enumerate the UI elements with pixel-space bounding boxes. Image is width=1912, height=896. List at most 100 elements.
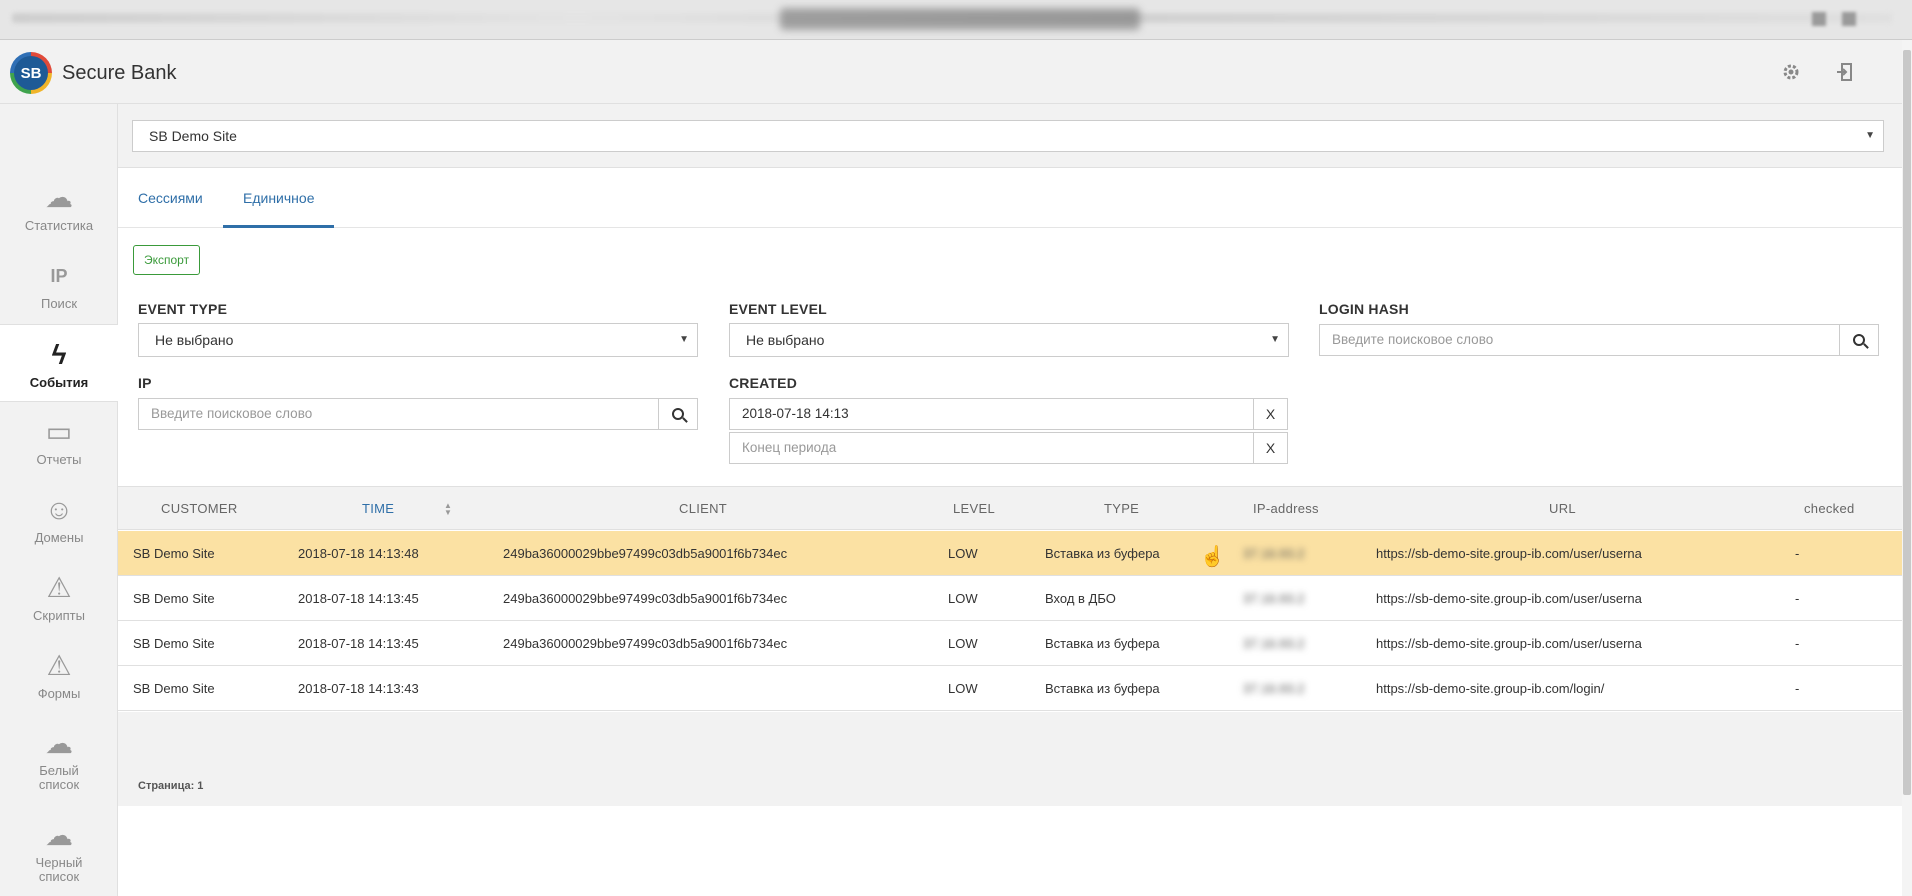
- sidebar-item-events[interactable]: ϟ События: [0, 324, 118, 402]
- cell-level: LOW: [948, 636, 978, 651]
- sidebar-item-domains[interactable]: ☺ Домены: [0, 494, 118, 545]
- cell-client: 249ba36000029bbe97499c03db5a9001f6b734ec: [503, 636, 788, 651]
- created-label: CREATED: [729, 375, 798, 391]
- tab-sessions[interactable]: Сессиями: [118, 168, 223, 228]
- cell-time: 2018-07-18 14:13:45: [298, 636, 419, 651]
- cell-url[interactable]: https://sb-demo-site.group-ib.com/user/u…: [1376, 576, 1642, 621]
- column-customer[interactable]: CUSTOMER: [161, 487, 238, 531]
- column-url[interactable]: URL: [1549, 487, 1576, 531]
- event-type-select[interactable]: Не выбрано ▼: [138, 323, 698, 357]
- sidebar: ☁ Статистика IP Поиск ϟ События ▭ Отчеты…: [0, 104, 118, 896]
- column-level[interactable]: LEVEL: [953, 487, 995, 531]
- column-checked[interactable]: checked: [1804, 487, 1855, 531]
- cell-ip: 37.16.93.2: [1243, 681, 1305, 696]
- table-row[interactable]: SB Demo Site 2018-07-18 14:13:45 249ba36…: [118, 576, 1902, 621]
- cell-customer: SB Demo Site: [133, 546, 215, 561]
- sidebar-item-label: Отчеты: [36, 452, 82, 467]
- logout-icon[interactable]: [1834, 62, 1856, 84]
- pagination-label: Страница: 1: [138, 780, 204, 792]
- sidebar-item-label: Скрипты: [33, 608, 85, 623]
- cell-client: 249ba36000029bbe97499c03db5a9001f6b734ec: [503, 546, 788, 561]
- column-time[interactable]: TIME: [362, 487, 394, 531]
- cell-time: 2018-07-18 14:13:45: [298, 591, 419, 606]
- app-title: Secure Bank: [62, 62, 177, 84]
- cell-ip: 37.16.93.2: [1243, 636, 1305, 651]
- export-button[interactable]: Экспорт: [133, 245, 201, 275]
- table-header: CUSTOMER TIME ▲ ▼ CLIENT LEVEL TYPE IP-ad…: [118, 486, 1902, 530]
- created-start-input[interactable]: 2018-07-18 14:13: [729, 398, 1254, 430]
- main-content: SB Demo Site ▼ Сессиями Единичное Экспор…: [118, 104, 1902, 896]
- sidebar-item-scripts[interactable]: ⚠ Скрипты: [0, 572, 118, 623]
- site-select-value: SB Demo Site: [149, 128, 237, 144]
- browser-toolbar: [0, 0, 1912, 40]
- cell-url[interactable]: https://sb-demo-site.group-ib.com/login/: [1376, 666, 1604, 711]
- cell-checked: -: [1795, 636, 1800, 651]
- cell-customer: SB Demo Site: [133, 591, 215, 606]
- cell-level: LOW: [948, 546, 978, 561]
- sidebar-item-whitelist[interactable]: ☁ Белый список: [0, 728, 118, 792]
- app-header: SB Secure Bank: [0, 40, 1902, 104]
- cell-time: 2018-07-18 14:13:43: [298, 681, 419, 696]
- login-hash-label: LOGIN HASH: [1319, 301, 1409, 317]
- column-ip-address[interactable]: IP-address: [1253, 487, 1319, 531]
- sidebar-item-label: Формы: [37, 686, 81, 701]
- column-type[interactable]: TYPE: [1104, 487, 1139, 531]
- gear-icon[interactable]: [1780, 62, 1802, 84]
- sidebar-item-label: Домены: [34, 530, 84, 545]
- ip-search-icon: IP: [50, 266, 68, 286]
- login-hash-search-button[interactable]: [1839, 324, 1879, 356]
- sidebar-item-search[interactable]: IP Поиск: [0, 260, 118, 311]
- ip-label: IP: [138, 375, 152, 391]
- created-end-clear-button[interactable]: X: [1253, 432, 1288, 464]
- chevron-down-icon: ▼: [679, 334, 689, 345]
- sidebar-item-label: Черный список: [35, 855, 83, 884]
- warning-icon: ⚠: [46, 572, 72, 603]
- sidebar-item-label: События: [29, 375, 89, 390]
- sidebar-item-forms[interactable]: ⚠ Формы: [0, 650, 118, 701]
- browser-icons[interactable]: [1812, 12, 1872, 26]
- cell-type: Вставка из буфера: [1045, 546, 1160, 561]
- event-level-select[interactable]: Не выбрано ▼: [729, 323, 1289, 357]
- login-hash-input[interactable]: Введите поисковое слово: [1319, 324, 1840, 356]
- cell-url[interactable]: https://sb-demo-site.group-ib.com/user/u…: [1376, 621, 1642, 666]
- cell-url[interactable]: https://sb-demo-site.group-ib.com/user/u…: [1376, 531, 1642, 576]
- sidebar-item-blacklist[interactable]: ☁ Черный список: [0, 820, 118, 884]
- column-client[interactable]: CLIENT: [679, 487, 727, 531]
- table-row[interactable]: SB Demo Site 2018-07-18 14:13:45 249ba36…: [118, 621, 1902, 666]
- lightning-icon: ϟ: [51, 339, 67, 370]
- tab-single[interactable]: Единичное: [223, 168, 335, 228]
- ip-input[interactable]: Введите поисковое слово: [138, 398, 659, 430]
- tabs: Сессиями Единичное: [118, 168, 1902, 228]
- sidebar-item-label: Статистика: [24, 218, 94, 233]
- sidebar-item-stats[interactable]: ☁ Статистика: [0, 182, 118, 233]
- mask-icon: ☺: [44, 494, 74, 525]
- sidebar-item-reports[interactable]: ▭ Отчеты: [0, 416, 118, 467]
- chevron-down-icon: ▼: [1270, 334, 1280, 345]
- table-row[interactable]: SB Demo Site 2018-07-18 14:13:43 LOW Вст…: [118, 666, 1902, 711]
- site-select[interactable]: SB Demo Site ▼: [132, 120, 1884, 152]
- scrollbar-thumb[interactable]: [1903, 50, 1911, 795]
- app-window: { "app": {"logo_text": "SB", "title": "S…: [0, 0, 1912, 896]
- browser-title-overlay: [780, 8, 1140, 30]
- cell-checked: -: [1795, 681, 1800, 696]
- sidebar-item-label: Поиск: [40, 296, 78, 311]
- table-row[interactable]: SB Demo Site 2018-07-18 14:13:48 249ba36…: [118, 531, 1902, 576]
- created-start-clear-button[interactable]: X: [1253, 398, 1288, 430]
- event-type-label: EVENT TYPE: [138, 301, 228, 317]
- created-end-input[interactable]: Конец периода: [729, 432, 1254, 464]
- cell-client: 249ba36000029bbe97499c03db5a9001f6b734ec: [503, 591, 788, 606]
- sidebar-item-label: Белый список: [38, 763, 80, 792]
- search-icon: [672, 408, 684, 420]
- cell-type: Вставка из буфера: [1045, 636, 1160, 651]
- cell-ip: 37.16.93.2: [1243, 591, 1305, 606]
- cell-checked: -: [1795, 546, 1800, 561]
- table-footer: [118, 712, 1902, 806]
- event-level-value: Не выбрано: [746, 332, 825, 348]
- logo-icon: SB: [10, 52, 52, 94]
- ip-search-button[interactable]: [658, 398, 698, 430]
- cell-type: Вход в ДБО: [1045, 591, 1116, 606]
- page-scrollbar[interactable]: [1902, 40, 1912, 896]
- sort-icon[interactable]: ▲ ▼: [444, 502, 452, 517]
- hand-cursor-icon: ☝: [1200, 546, 1225, 568]
- cell-time: 2018-07-18 14:13:48: [298, 546, 419, 561]
